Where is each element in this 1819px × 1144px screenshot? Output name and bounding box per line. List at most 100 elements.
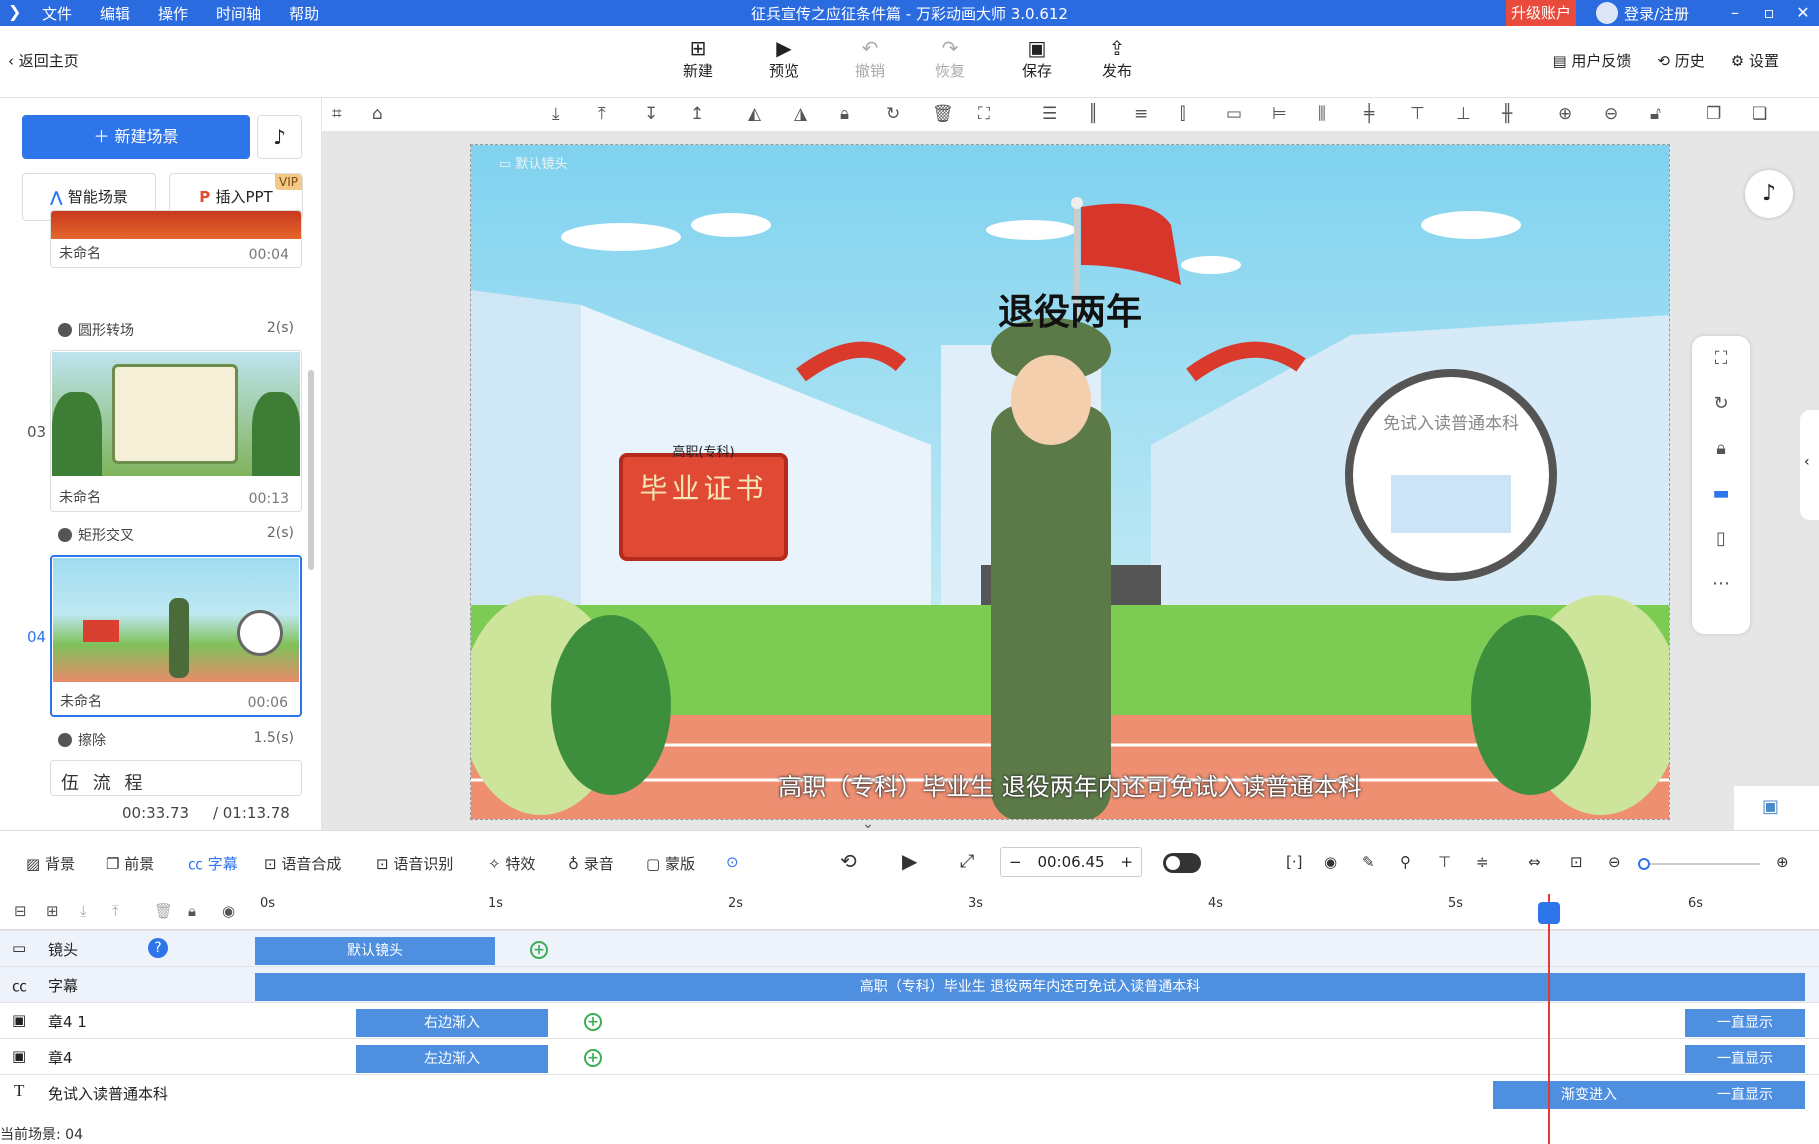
ruler-icon[interactable]: ⌗ [332,104,342,124]
subtitle-text[interactable]: 高职（专科）毕业生 退役两年内还可免试入读普通本科 [471,767,1669,802]
toggle-switch[interactable] [1163,853,1201,873]
timeline-clip[interactable]: 一直显示 [1685,1081,1805,1109]
fit-icon[interactable]: ⛶ [978,104,990,124]
collapse-chevron-icon[interactable]: ⌄ [848,816,888,832]
align-bottom-icon[interactable]: ⊨ [1272,104,1287,124]
delete-icon[interactable]: 🗑︎ [154,902,173,920]
lock-icon[interactable]: 🔒︎ [1692,426,1750,471]
mask-button[interactable]: ▢ 蒙版 [646,853,695,874]
scene-card[interactable]: 伍 流 程 [50,760,302,796]
adjust-icon[interactable]: ≑ [1476,853,1489,871]
publish-button[interactable]: ⇪ 发布 [1087,36,1147,81]
rotate-icon[interactable]: ↻ [886,104,900,124]
certificate-top-text[interactable]: 高职(专科) [621,441,786,460]
timeline-clip[interactable]: 一直显示 [1685,1009,1805,1037]
time-ruler[interactable]: 0s 1s 2s 3s 4s 5s 6s [254,894,1819,930]
flip-h-icon[interactable]: ◭ [748,104,761,124]
new-scene-button[interactable]: ＋ 新建场景 [22,115,250,159]
subtitle-button[interactable]: ㏄ 字幕 [188,853,238,874]
play-icon[interactable]: ▶ [902,849,917,873]
upgrade-button[interactable]: 升级账户 [1506,0,1576,26]
move-top-icon[interactable]: ⤒ [598,104,606,124]
record-button[interactable]: ♁ 录音 [568,853,614,874]
zoom-out-icon[interactable]: ⊖ [1604,104,1618,124]
filter-icon[interactable]: ⊤ [1438,853,1451,871]
minus-icon[interactable]: − [1009,848,1022,876]
same-size-icon[interactable]: ╫ [1502,104,1512,124]
phone-icon[interactable]: ▯ [1692,516,1750,561]
eye-icon[interactable]: ◉ [222,902,235,920]
move-down-icon[interactable]: ⤓ [80,902,87,920]
undo-button[interactable]: ↶ 撤销 [840,36,900,81]
back-home-button[interactable]: ‹ 返回主页 [8,50,79,71]
timeline-clip[interactable]: 一直显示 [1685,1045,1805,1073]
folder-icon[interactable]: ⊟ [14,902,27,920]
minimize-icon[interactable]: – [1718,0,1752,26]
certificate-main-text[interactable]: 毕业证书 [621,467,786,507]
headline-text[interactable]: 退役两年 [471,283,1669,335]
more-icon[interactable]: ⋯ [1692,561,1750,606]
paste-icon[interactable]: ❏ [1752,104,1767,124]
timeline-clip[interactable]: 左边渐入 [356,1045,548,1073]
timeline-clip[interactable]: 高职（专科）毕业生 退役两年内还可免试入读普通本科 [255,973,1805,1001]
plus-icon[interactable]: + [1120,848,1133,876]
zoom-out-icon[interactable]: ⊖ [1608,853,1621,871]
move-up-icon[interactable]: ↥ [690,104,704,124]
effect-button[interactable]: ✧ 特效 [488,853,535,874]
help-icon[interactable]: ? [148,938,168,958]
zoom-slider-handle[interactable] [1638,858,1650,870]
transition-item[interactable]: 圆形转场 2(s) [58,320,302,340]
settings-button[interactable]: ⚙ 设置 [1731,50,1779,71]
bg-button[interactable]: ▨ 背景 [26,853,75,874]
transition-item[interactable]: 矩形交叉 2(s) [58,525,302,545]
lock-icon[interactable]: 🔒︎ [840,104,849,124]
minimap[interactable]: ▣ [1734,786,1819,830]
feedback-button[interactable]: ▤ 用户反馈 [1552,50,1631,71]
ratio-icon[interactable]: ⊡ [1570,853,1583,871]
login-button[interactable]: 登录/注册 [1596,2,1689,24]
bracket-icon[interactable]: [·] [1286,853,1302,871]
track-camera[interactable]: ▭ 镜头 ? 默认镜头 + [0,930,1819,966]
expand-icon[interactable]: ⤢ [960,851,974,872]
scene-card[interactable]: 未命名 00:13 [50,350,302,512]
align-center-icon[interactable]: ║ [1088,104,1098,124]
folder-add-icon[interactable]: ⊞ [46,902,59,920]
save-button[interactable]: ▣ 保存 [1007,36,1067,81]
scene-card[interactable]: 未命名 00:04 [50,210,302,268]
zoom-slider[interactable] [1640,863,1760,865]
move-up-icon[interactable]: ⤒ [112,902,119,920]
fg-button[interactable]: ❐ 前景 [106,853,154,874]
track-layer[interactable]: ▣ 章4 1 右边渐入 + 一直显示 [0,1002,1819,1038]
history-button[interactable]: ⟲ 历史 [1657,50,1704,71]
flip-v-icon[interactable]: ◮ [794,104,807,124]
align-middle-icon[interactable]: ▭ [1226,104,1242,124]
track-layer[interactable]: ▣ 章4 左边渐入 + 一直显示 [0,1038,1819,1074]
redo-button[interactable]: ↷ 恢复 [920,36,980,81]
timeline-clip[interactable]: 右边渐入 [356,1009,548,1037]
maximize-icon[interactable]: ▫ [1752,0,1786,26]
same-width-icon[interactable]: ⊤ [1410,104,1425,124]
playhead-handle[interactable] [1538,902,1560,924]
music-round-button[interactable]: ♪ [1745,170,1793,218]
replay-icon[interactable]: ⟲ [840,849,857,873]
move-bottom-icon[interactable]: ⤓ [552,104,560,124]
timecode-stepper[interactable]: −00:06.45 + [1000,847,1142,877]
add-keyframe-icon[interactable]: + [584,1013,602,1031]
camera-icon[interactable]: ◉ [1324,853,1337,871]
timeline-clip[interactable]: 渐变进入 [1493,1081,1685,1109]
track-subtitle[interactable]: ㏄ 字幕 高职（专科）毕业生 退役两年内还可免试入读普通本科 [0,966,1819,1002]
more-icon[interactable]: ⊙ [726,853,739,871]
transition-item[interactable]: 擦除 1.5(s) [58,730,302,750]
preview-button[interactable]: ▶ 预览 [754,36,814,81]
music-button[interactable]: ♪ [257,115,302,159]
zoom-in-icon[interactable]: ⊕ [1776,853,1789,871]
move-down-icon[interactable]: ↧ [644,104,658,124]
same-height-icon[interactable]: ⊥ [1456,104,1471,124]
align-left-icon[interactable]: ☰ [1042,104,1057,124]
screen-icon[interactable]: ▬ [1692,471,1750,516]
align-top-icon[interactable]: ⫿ [1180,104,1185,124]
scrollbar[interactable] [308,370,314,570]
copy-icon[interactable]: ❐ [1706,104,1721,124]
edit-icon[interactable]: ✎ [1362,853,1375,871]
align-right-icon[interactable]: ≡ [1134,104,1148,124]
